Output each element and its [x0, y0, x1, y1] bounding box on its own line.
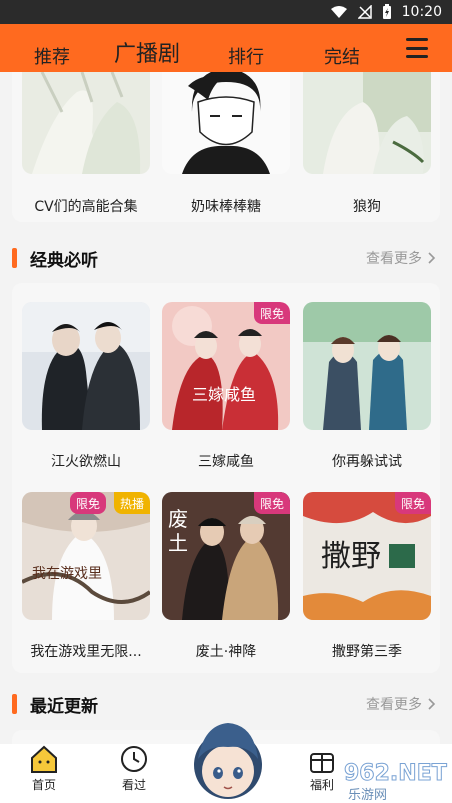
- free-badge: 限免: [253, 492, 290, 514]
- section-accent-bar: [12, 248, 17, 268]
- svg-text:962.NET: 962.NET: [344, 761, 447, 786]
- cover-feitu[interactable]: 废 土 限免: [162, 492, 290, 620]
- cover-saye[interactable]: 撒野 限免: [303, 492, 431, 620]
- cover-sanjia[interactable]: 三嫁咸鱼 限免: [162, 302, 290, 430]
- chevron-right-icon: [428, 252, 436, 264]
- app-screen: 10:20 推荐 广播剧 排行 完结 CV们的高能合集 奶味棒棒糖 狼狗 经典必…: [0, 0, 452, 803]
- cover-milk-lollipop[interactable]: [162, 72, 290, 174]
- top-row-panel: CV们的高能合集 奶味棒棒糖 狼狗: [12, 72, 440, 222]
- clock-icon: [121, 746, 147, 772]
- section-title: 最近更新: [30, 697, 98, 717]
- tab-home[interactable]: 首页: [14, 744, 74, 803]
- tab-radio-drama[interactable]: 广播剧: [114, 28, 180, 76]
- item-title: 你再躲试试: [332, 454, 402, 470]
- free-badge: 限免: [253, 302, 290, 324]
- cover-youxi[interactable]: 我在游戏里 限免 热播: [22, 492, 150, 620]
- menu-icon[interactable]: [406, 38, 428, 58]
- tab-label: 福利: [309, 778, 334, 792]
- wifi-icon: [330, 5, 348, 19]
- free-badge: 限免: [394, 492, 431, 514]
- gift-icon: [310, 753, 334, 773]
- item-title: 狼狗: [353, 199, 381, 215]
- tab-label: 看过: [121, 778, 146, 792]
- chevron-right-icon: [428, 698, 436, 710]
- svg-text:撒野: 撒野: [321, 539, 381, 574]
- view-more-label: 查看更多: [366, 697, 422, 713]
- item-title: 奶味棒棒糖: [191, 199, 261, 215]
- item-title: 三嫁咸鱼: [198, 454, 254, 470]
- view-more-button[interactable]: 查看更多: [366, 248, 436, 268]
- status-time: 10:20: [401, 4, 442, 20]
- battery-icon: [382, 4, 392, 20]
- hot-badge: 热播: [113, 492, 150, 514]
- item-title: 江火欲燃山: [51, 454, 121, 470]
- view-more-label: 查看更多: [366, 251, 422, 267]
- no-signal-icon: [357, 5, 372, 19]
- mascot-avatar[interactable]: [188, 715, 268, 803]
- cover-jianghuo[interactable]: [22, 302, 150, 430]
- svg-text:废: 废: [168, 507, 188, 531]
- view-more-button[interactable]: 查看更多: [366, 694, 436, 714]
- item-title: CV们的高能合集: [34, 199, 138, 215]
- top-nav: 推荐 广播剧 排行 完结: [0, 24, 452, 72]
- item-title: 撒野第三季: [332, 644, 402, 660]
- classics-panel: 三嫁咸鱼 限免 江火欲燃山 三嫁咸鱼 你再躲试试 我在游戏里 限免 热播 废 土…: [12, 283, 440, 673]
- item-title: 我在游戏里无限...: [30, 644, 142, 660]
- svg-text:三嫁咸鱼: 三嫁咸鱼: [192, 385, 256, 404]
- free-badge: 限免: [69, 492, 106, 514]
- svg-text:我在游戏里: 我在游戏里: [32, 566, 102, 582]
- tab-label: 首页: [31, 778, 56, 792]
- tab-history[interactable]: 看过: [104, 744, 164, 803]
- svg-text:土: 土: [168, 531, 188, 555]
- section-accent-bar: [12, 694, 17, 714]
- cover-nizai[interactable]: [303, 302, 431, 430]
- section-title: 经典必听: [30, 251, 98, 271]
- cover-wolf-dog[interactable]: [303, 72, 431, 174]
- home-icon: [31, 745, 57, 773]
- section-header-classics: 经典必听 查看更多: [12, 245, 440, 271]
- watermark-subtext: 乐游网: [348, 788, 388, 803]
- item-title: 废土·神降: [195, 644, 257, 660]
- status-bar: 10:20: [0, 0, 452, 24]
- cover-cv-collection[interactable]: [22, 72, 150, 174]
- section-header-recent: 最近更新 查看更多: [12, 691, 440, 717]
